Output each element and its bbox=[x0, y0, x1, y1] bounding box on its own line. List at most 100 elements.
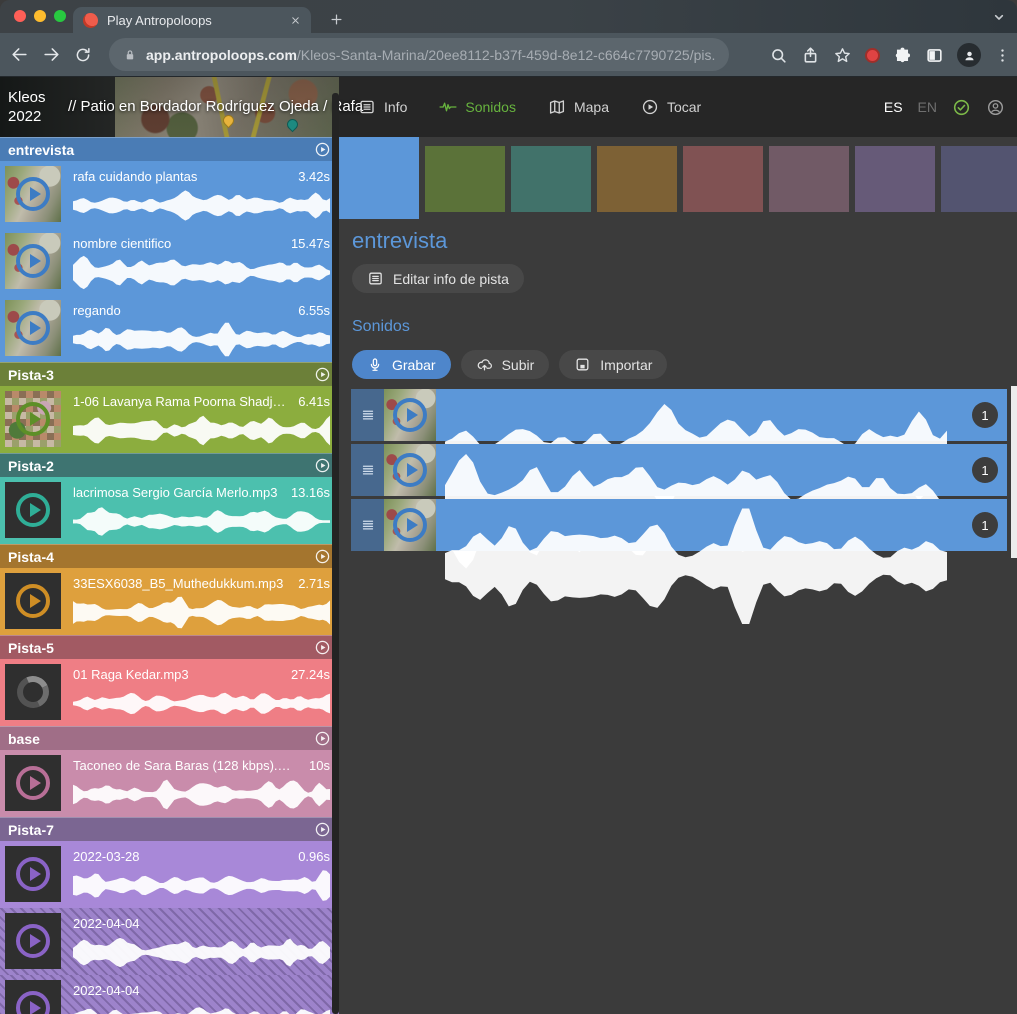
track-swatch-5[interactable] bbox=[683, 146, 763, 212]
share-icon[interactable] bbox=[801, 46, 820, 65]
sidebar-sound-row[interactable]: 01 Raga Kedar.mp327.24s bbox=[0, 659, 339, 726]
track-section-header[interactable]: Pista-4 bbox=[0, 544, 339, 568]
play-icon[interactable] bbox=[393, 398, 427, 432]
profile-avatar[interactable] bbox=[957, 43, 981, 67]
sound-thumbnail[interactable] bbox=[5, 664, 61, 720]
sound-thumbnail[interactable] bbox=[5, 391, 61, 447]
sound-thumbnail[interactable] bbox=[5, 755, 61, 811]
sidebar-sound-row[interactable]: lacrimosa Sergio García Merlo.mp313.16s bbox=[0, 477, 339, 544]
track-play-icon[interactable] bbox=[314, 366, 331, 384]
language-toggle-es[interactable]: ES bbox=[884, 99, 903, 115]
play-icon[interactable] bbox=[16, 924, 50, 958]
track-section-header[interactable]: Pista-3 bbox=[0, 362, 339, 386]
play-icon[interactable] bbox=[16, 991, 50, 1014]
panel-sound-row[interactable]: nombre cientifico1 bbox=[351, 444, 1007, 496]
maximize-window-button[interactable] bbox=[54, 10, 66, 22]
play-icon[interactable] bbox=[16, 857, 50, 891]
play-icon[interactable] bbox=[16, 177, 50, 211]
sound-thumbnail[interactable] bbox=[384, 389, 436, 441]
track-swatch-2[interactable] bbox=[425, 146, 505, 212]
account-icon[interactable] bbox=[986, 98, 1005, 117]
address-bar[interactable]: app.antropoloops.com/Kleos-Santa-Marina/… bbox=[109, 38, 729, 71]
language-toggle-en[interactable]: EN bbox=[918, 99, 937, 115]
sidebar-scrollbar[interactable] bbox=[332, 93, 339, 1014]
track-play-icon[interactable] bbox=[314, 730, 331, 748]
track-section-header[interactable]: base bbox=[0, 726, 339, 750]
nav-item-info[interactable]: Info bbox=[358, 98, 407, 116]
track-play-icon[interactable] bbox=[314, 639, 331, 657]
saved-check-icon[interactable] bbox=[952, 98, 971, 117]
reload-button[interactable] bbox=[74, 46, 92, 64]
sidebar-sound-row[interactable]: Taconeo de Sara Baras (128 kbps).mp310s bbox=[0, 750, 339, 817]
extensions-puzzle-icon[interactable] bbox=[893, 46, 912, 65]
track-section-header[interactable]: Pista-2 bbox=[0, 453, 339, 477]
sound-thumbnail[interactable] bbox=[5, 233, 61, 289]
lock-icon[interactable] bbox=[123, 48, 137, 62]
track-section-header[interactable]: Pista-7 bbox=[0, 817, 339, 841]
back-button[interactable] bbox=[10, 45, 29, 64]
sidebar-sound-row[interactable]: 2022-04-04 bbox=[0, 975, 339, 1014]
sidebar-sound-row[interactable]: 2022-04-04 bbox=[0, 908, 339, 975]
forward-button[interactable] bbox=[42, 45, 61, 64]
sidebar-sound-row[interactable]: 2022-03-280.96s bbox=[0, 841, 339, 908]
browser-menu-icon[interactable] bbox=[994, 47, 1011, 64]
sidebar-sound-row[interactable]: 1-06 Lavanya Rama Poorna Shadjam Rupak..… bbox=[0, 386, 339, 453]
bookmark-star-icon[interactable] bbox=[833, 46, 852, 65]
play-icon[interactable] bbox=[16, 584, 50, 618]
track-play-icon[interactable] bbox=[314, 457, 331, 475]
sound-thumbnail[interactable] bbox=[5, 166, 61, 222]
upload-button[interactable]: Subir bbox=[461, 350, 550, 379]
sound-thumbnail[interactable] bbox=[5, 573, 61, 629]
import-button[interactable]: Importar bbox=[559, 350, 667, 379]
nav-item-sonidos[interactable]: Sonidos bbox=[439, 98, 516, 116]
sound-thumbnail[interactable] bbox=[384, 444, 436, 496]
panel-sound-row[interactable]: regando1 bbox=[351, 499, 1007, 551]
sound-thumbnail[interactable] bbox=[5, 482, 61, 538]
play-icon[interactable] bbox=[16, 311, 50, 345]
track-swatch-8[interactable] bbox=[941, 146, 1017, 212]
browser-tab[interactable]: Play Antropoloops bbox=[73, 7, 311, 33]
track-swatch-6[interactable] bbox=[769, 146, 849, 212]
track-swatch-7[interactable] bbox=[855, 146, 935, 212]
recording-extension-icon[interactable] bbox=[865, 48, 880, 63]
tab-close-icon[interactable] bbox=[290, 15, 301, 26]
track-section-header[interactable]: Pista-5 bbox=[0, 635, 339, 659]
drag-handle[interactable] bbox=[351, 444, 384, 496]
track-section-header[interactable]: entrevista bbox=[0, 137, 339, 161]
sidebar-sound-row[interactable]: regando6.55s bbox=[0, 295, 339, 362]
drag-handle[interactable] bbox=[351, 389, 384, 441]
sound-thumbnail[interactable] bbox=[5, 300, 61, 356]
sidebar-sound-row[interactable]: rafa cuidando plantas3.42s bbox=[0, 161, 339, 228]
track-swatch-1[interactable] bbox=[339, 137, 419, 219]
play-icon[interactable] bbox=[16, 493, 50, 527]
tab-search-chevron-icon[interactable] bbox=[991, 8, 1007, 26]
play-icon[interactable] bbox=[393, 453, 427, 487]
minimize-window-button[interactable] bbox=[34, 10, 46, 22]
play-icon[interactable] bbox=[16, 402, 50, 436]
close-window-button[interactable] bbox=[14, 10, 26, 22]
sidebar-sound-row[interactable]: 33ESX6038_B5_Muthedukkum.mp32.71s bbox=[0, 568, 339, 635]
sound-thumbnail[interactable] bbox=[5, 913, 61, 969]
edit-track-info-button[interactable]: Editar info de pista bbox=[352, 264, 524, 293]
track-play-icon[interactable] bbox=[314, 548, 331, 566]
play-icon[interactable] bbox=[16, 766, 50, 800]
track-swatch-4[interactable] bbox=[597, 146, 677, 212]
record-button[interactable]: Grabar bbox=[352, 350, 451, 379]
panel-sound-row[interactable]: rafa cuidando plantas1 bbox=[351, 389, 1007, 441]
panel-edge-scrollbar[interactable] bbox=[1011, 386, 1017, 558]
nav-item-mapa[interactable]: Mapa bbox=[548, 98, 609, 116]
sound-thumbnail[interactable] bbox=[5, 980, 61, 1014]
track-swatch-3[interactable] bbox=[511, 146, 591, 212]
sound-thumbnail[interactable] bbox=[5, 846, 61, 902]
track-play-icon[interactable] bbox=[314, 141, 331, 159]
play-icon[interactable] bbox=[393, 508, 427, 542]
side-panel-icon[interactable] bbox=[925, 46, 944, 65]
nav-item-tocar[interactable]: Tocar bbox=[641, 98, 701, 116]
zoom-icon[interactable] bbox=[769, 46, 788, 65]
new-tab-button[interactable] bbox=[322, 5, 350, 33]
play-icon[interactable] bbox=[16, 244, 50, 278]
track-play-icon[interactable] bbox=[314, 821, 331, 839]
sidebar-sound-row[interactable]: nombre cientifico15.47s bbox=[0, 228, 339, 295]
sound-thumbnail[interactable] bbox=[384, 499, 436, 551]
drag-handle[interactable] bbox=[351, 499, 384, 551]
